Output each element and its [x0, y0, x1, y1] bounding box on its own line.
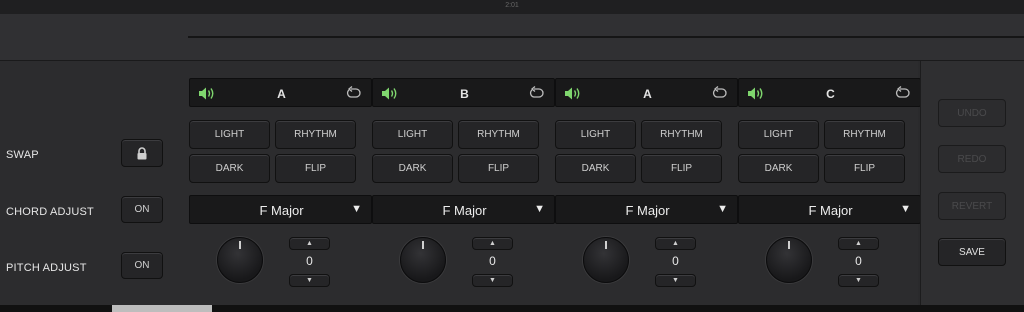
pitch-down-button[interactable]: ▼ — [838, 274, 879, 287]
rhythm-button[interactable]: RHYTHM — [275, 120, 356, 149]
undo-button[interactable]: UNDO — [938, 99, 1006, 127]
pitch-up-button[interactable]: ▲ — [472, 237, 513, 250]
rhythm-button[interactable]: RHYTHM — [458, 120, 539, 149]
rhythm-button[interactable]: RHYTHM — [641, 120, 722, 149]
loop-icon[interactable] — [712, 86, 728, 100]
pitch-down-button[interactable]: ▼ — [289, 274, 330, 287]
dark-button[interactable]: DARK — [555, 154, 636, 183]
flip-button[interactable]: FLIP — [824, 154, 905, 183]
pitch-knob[interactable] — [766, 237, 812, 283]
chord-adjust-label: CHORD ADJUST — [6, 206, 94, 218]
dropdown-arrow-icon: ▼ — [717, 203, 728, 215]
dark-button[interactable]: DARK — [372, 154, 453, 183]
dark-button[interactable]: DARK — [189, 154, 270, 183]
dark-button[interactable]: DARK — [738, 154, 819, 183]
history-panel: UNDO REDO REVERT SAVE — [920, 61, 1024, 305]
pitch-value: 0 — [855, 254, 862, 268]
lock-icon — [137, 146, 147, 159]
chord-select[interactable]: F Major ▼ — [189, 195, 372, 224]
pitch-value: 0 — [489, 254, 496, 268]
light-button[interactable]: LIGHT — [555, 120, 636, 149]
title-bar: 2:01 — [0, 0, 1024, 15]
light-button[interactable]: LIGHT — [738, 120, 819, 149]
pitch-down-button[interactable]: ▼ — [472, 274, 513, 287]
swap-label: SWAP — [6, 149, 39, 161]
timeline-track[interactable] — [188, 36, 1024, 38]
loop-icon[interactable] — [346, 86, 362, 100]
knob-indicator — [605, 241, 607, 249]
loop-icon[interactable] — [529, 86, 545, 100]
chord-value: F Major — [808, 203, 853, 218]
pitch-knob[interactable] — [217, 237, 263, 283]
pitch-value: 0 — [672, 254, 679, 268]
save-button[interactable]: SAVE — [938, 238, 1006, 266]
chord-value: F Major — [442, 203, 487, 218]
knob-indicator — [422, 241, 424, 249]
track-column-3: A LIGHT RHYTHM DARK FLIP F Major ▼ ▲ 0 ▼ — [555, 78, 738, 290]
track-header: C — [738, 78, 921, 107]
track-header: A — [189, 78, 372, 107]
track-column-4: C LIGHT RHYTHM DARK FLIP F Major ▼ ▲ 0 ▼ — [738, 78, 921, 290]
timestamp: 2:01 — [505, 2, 519, 9]
chord-adjust-toggle[interactable]: ON — [121, 196, 163, 223]
flip-button[interactable]: FLIP — [458, 154, 539, 183]
pitch-up-button[interactable]: ▲ — [289, 237, 330, 250]
track-header: A — [555, 78, 738, 107]
revert-button[interactable]: REVERT — [938, 192, 1006, 220]
knob-indicator — [788, 241, 790, 249]
pitch-up-button[interactable]: ▲ — [655, 237, 696, 250]
scroll-thumb[interactable] — [112, 305, 212, 312]
light-button[interactable]: LIGHT — [189, 120, 270, 149]
flip-button[interactable]: FLIP — [641, 154, 722, 183]
redo-button[interactable]: REDO — [938, 145, 1006, 173]
rhythm-button[interactable]: RHYTHM — [824, 120, 905, 149]
waveform-bar — [0, 14, 1024, 61]
knob-indicator — [239, 241, 241, 249]
track-column-2: B LIGHT RHYTHM DARK FLIP F Major ▼ ▲ 0 ▼ — [372, 78, 555, 290]
dropdown-arrow-icon: ▼ — [534, 203, 545, 215]
flip-button[interactable]: FLIP — [275, 154, 356, 183]
light-button[interactable]: LIGHT — [372, 120, 453, 149]
track-column-1: A LIGHT RHYTHM DARK FLIP F Major ▼ ▲ 0 ▼ — [189, 78, 372, 290]
track-header: B — [372, 78, 555, 107]
dropdown-arrow-icon: ▼ — [351, 203, 362, 215]
bottom-bar — [0, 305, 1024, 312]
dropdown-arrow-icon: ▼ — [900, 203, 911, 215]
chord-select[interactable]: F Major ▼ — [555, 195, 738, 224]
chord-select[interactable]: F Major ▼ — [372, 195, 555, 224]
loop-icon[interactable] — [895, 86, 911, 100]
pitch-up-button[interactable]: ▲ — [838, 237, 879, 250]
pitch-knob[interactable] — [583, 237, 629, 283]
chord-select[interactable]: F Major ▼ — [738, 195, 921, 224]
swap-lock-button[interactable] — [121, 139, 163, 167]
chord-value: F Major — [625, 203, 670, 218]
pitch-adjust-toggle[interactable]: ON — [121, 252, 163, 279]
pitch-value: 0 — [306, 254, 313, 268]
pitch-down-button[interactable]: ▼ — [655, 274, 696, 287]
pitch-knob[interactable] — [400, 237, 446, 283]
pitch-adjust-label: PITCH ADJUST — [6, 262, 87, 274]
chord-value: F Major — [259, 203, 304, 218]
